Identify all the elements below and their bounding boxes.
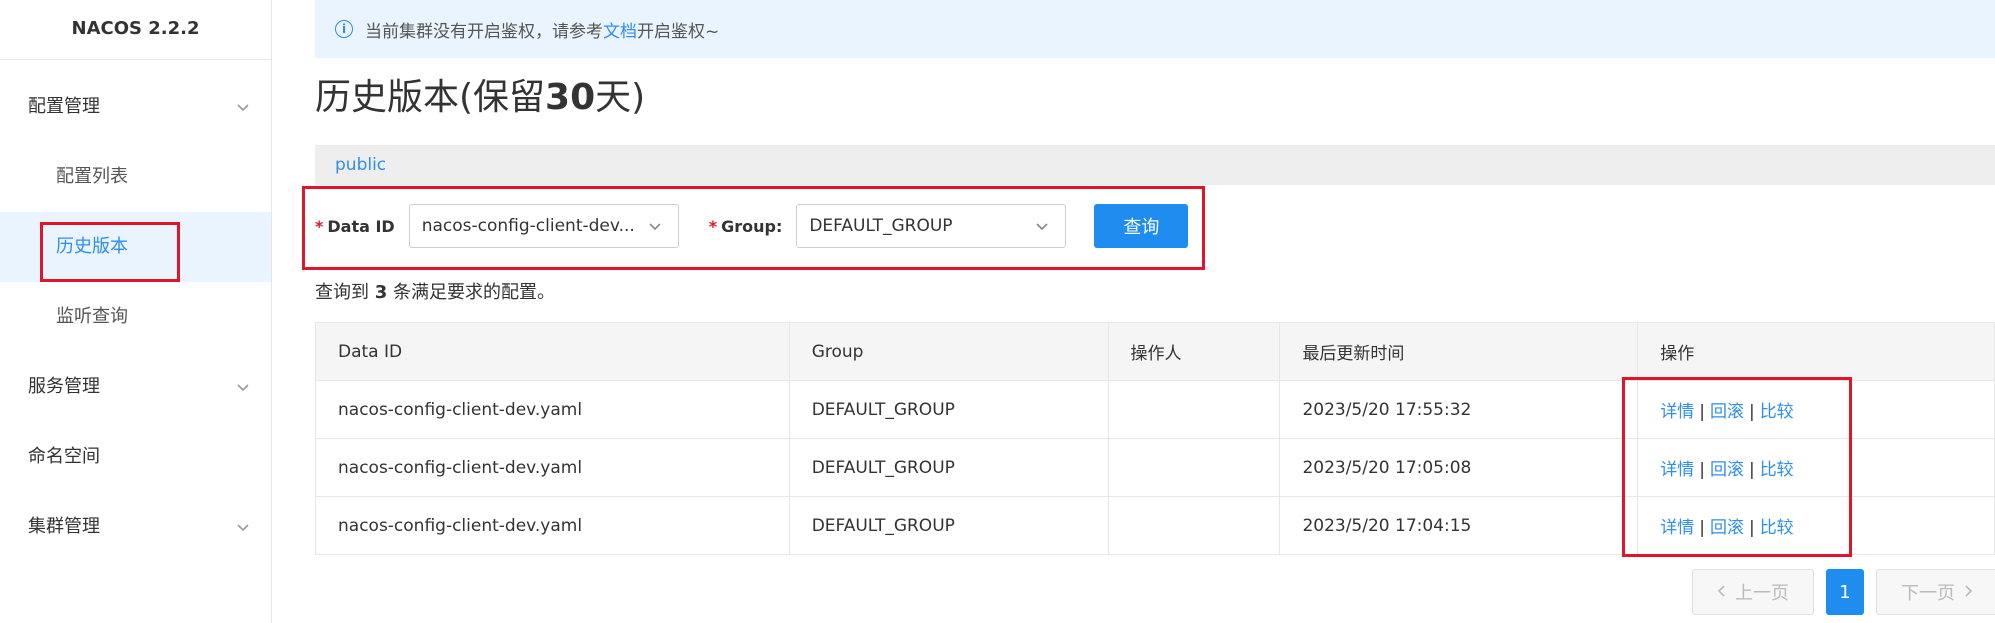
page-title-suffix: 天): [595, 77, 646, 118]
cell-time: 2023/5/20 17:05:08: [1279, 438, 1639, 497]
result-suffix: 条满足要求的配置。: [393, 282, 555, 303]
auth-notice: i 当前集群没有开启鉴权，请参考 文档 开启鉴权~: [315, 0, 1995, 58]
highlight-box-actions: [1622, 377, 1852, 557]
result-summary: 查询到 3 条满足要求的配置。: [315, 278, 555, 304]
chevron-down-icon: [233, 72, 253, 142]
prev-page-button[interactable]: 上一页: [1692, 569, 1814, 615]
namespace-bar: public: [315, 145, 1995, 185]
sidebar-item-service-management[interactable]: 服务管理: [0, 352, 271, 422]
sidebar: NACOS 2.2.2 配置管理 配置列表 历史版本 监听查询 服务管理 命名空…: [0, 0, 272, 623]
cell-group: DEFAULT_GROUP: [788, 438, 1109, 497]
cell-group: DEFAULT_GROUP: [788, 380, 1109, 439]
sidebar-item-label: 配置列表: [56, 166, 128, 187]
notice-text-prefix: 当前集群没有开启鉴权，请参考: [365, 21, 603, 42]
sidebar-item-label: 监听查询: [56, 306, 128, 327]
pagination: 上一页 1 下一页: [1692, 569, 1995, 615]
namespace-tab-public[interactable]: public: [335, 155, 386, 175]
cell-group: DEFAULT_GROUP: [788, 496, 1109, 555]
chevron-right-icon: [1963, 582, 1973, 603]
sidebar-item-config-management[interactable]: 配置管理: [0, 72, 271, 142]
cell-time: 2023/5/20 17:04:15: [1279, 496, 1639, 555]
sidebar-item-config-list[interactable]: 配置列表: [0, 142, 271, 212]
sidebar-item-label: 命名空间: [28, 446, 100, 467]
sidebar-item-label: 服务管理: [28, 376, 100, 397]
cell-operator: [1107, 380, 1281, 439]
column-header-operator: 操作人: [1107, 322, 1281, 381]
cell-data-id: nacos-config-client-dev.yaml: [315, 380, 790, 439]
info-icon: i: [335, 20, 353, 38]
cell-time: 2023/5/20 17:55:32: [1279, 380, 1639, 439]
sidebar-item-label: 配置管理: [28, 96, 100, 117]
result-count: 3: [374, 282, 388, 303]
sidebar-item-listener-query[interactable]: 监听查询: [0, 282, 271, 352]
page-title: 历史版本(保留30天): [315, 68, 645, 120]
brand-title: NACOS 2.2.2: [0, 0, 271, 60]
cell-operator: [1107, 438, 1281, 497]
next-page-button[interactable]: 下一页: [1876, 569, 1995, 615]
chevron-down-icon: [233, 492, 253, 562]
result-prefix: 查询到: [315, 282, 369, 303]
highlight-box-sidebar: [40, 222, 180, 282]
notice-text-suffix: 开启鉴权~: [637, 21, 720, 42]
notice-doc-link[interactable]: 文档: [603, 17, 637, 42]
chevron-down-icon: [233, 352, 253, 422]
table-header-row: Data ID Group 操作人 最后更新时间 操作: [315, 322, 1995, 381]
column-header-group: Group: [788, 322, 1109, 381]
cell-data-id: nacos-config-client-dev.yaml: [315, 496, 790, 555]
column-header-actions: 操作: [1637, 322, 1995, 381]
chevron-left-icon: [1717, 582, 1727, 603]
cell-operator: [1107, 496, 1281, 555]
highlight-box-form: [302, 186, 1205, 270]
prev-page-label: 上一页: [1735, 583, 1789, 604]
main-content: i 当前集群没有开启鉴权，请参考 文档 开启鉴权~ 历史版本(保留30天) pu…: [272, 0, 1995, 623]
sidebar-item-label: 集群管理: [28, 516, 100, 537]
page-title-prefix: 历史版本(保留: [315, 77, 546, 118]
sidebar-item-namespace[interactable]: 命名空间: [0, 422, 271, 492]
page-number-1[interactable]: 1: [1826, 569, 1864, 615]
page-title-number: 30: [545, 77, 596, 118]
next-page-label: 下一页: [1901, 583, 1955, 604]
column-header-data-id: Data ID: [315, 322, 790, 381]
cell-data-id: nacos-config-client-dev.yaml: [315, 438, 790, 497]
sidebar-item-cluster-management[interactable]: 集群管理: [0, 492, 271, 562]
column-header-last-updated: 最后更新时间: [1279, 322, 1639, 381]
